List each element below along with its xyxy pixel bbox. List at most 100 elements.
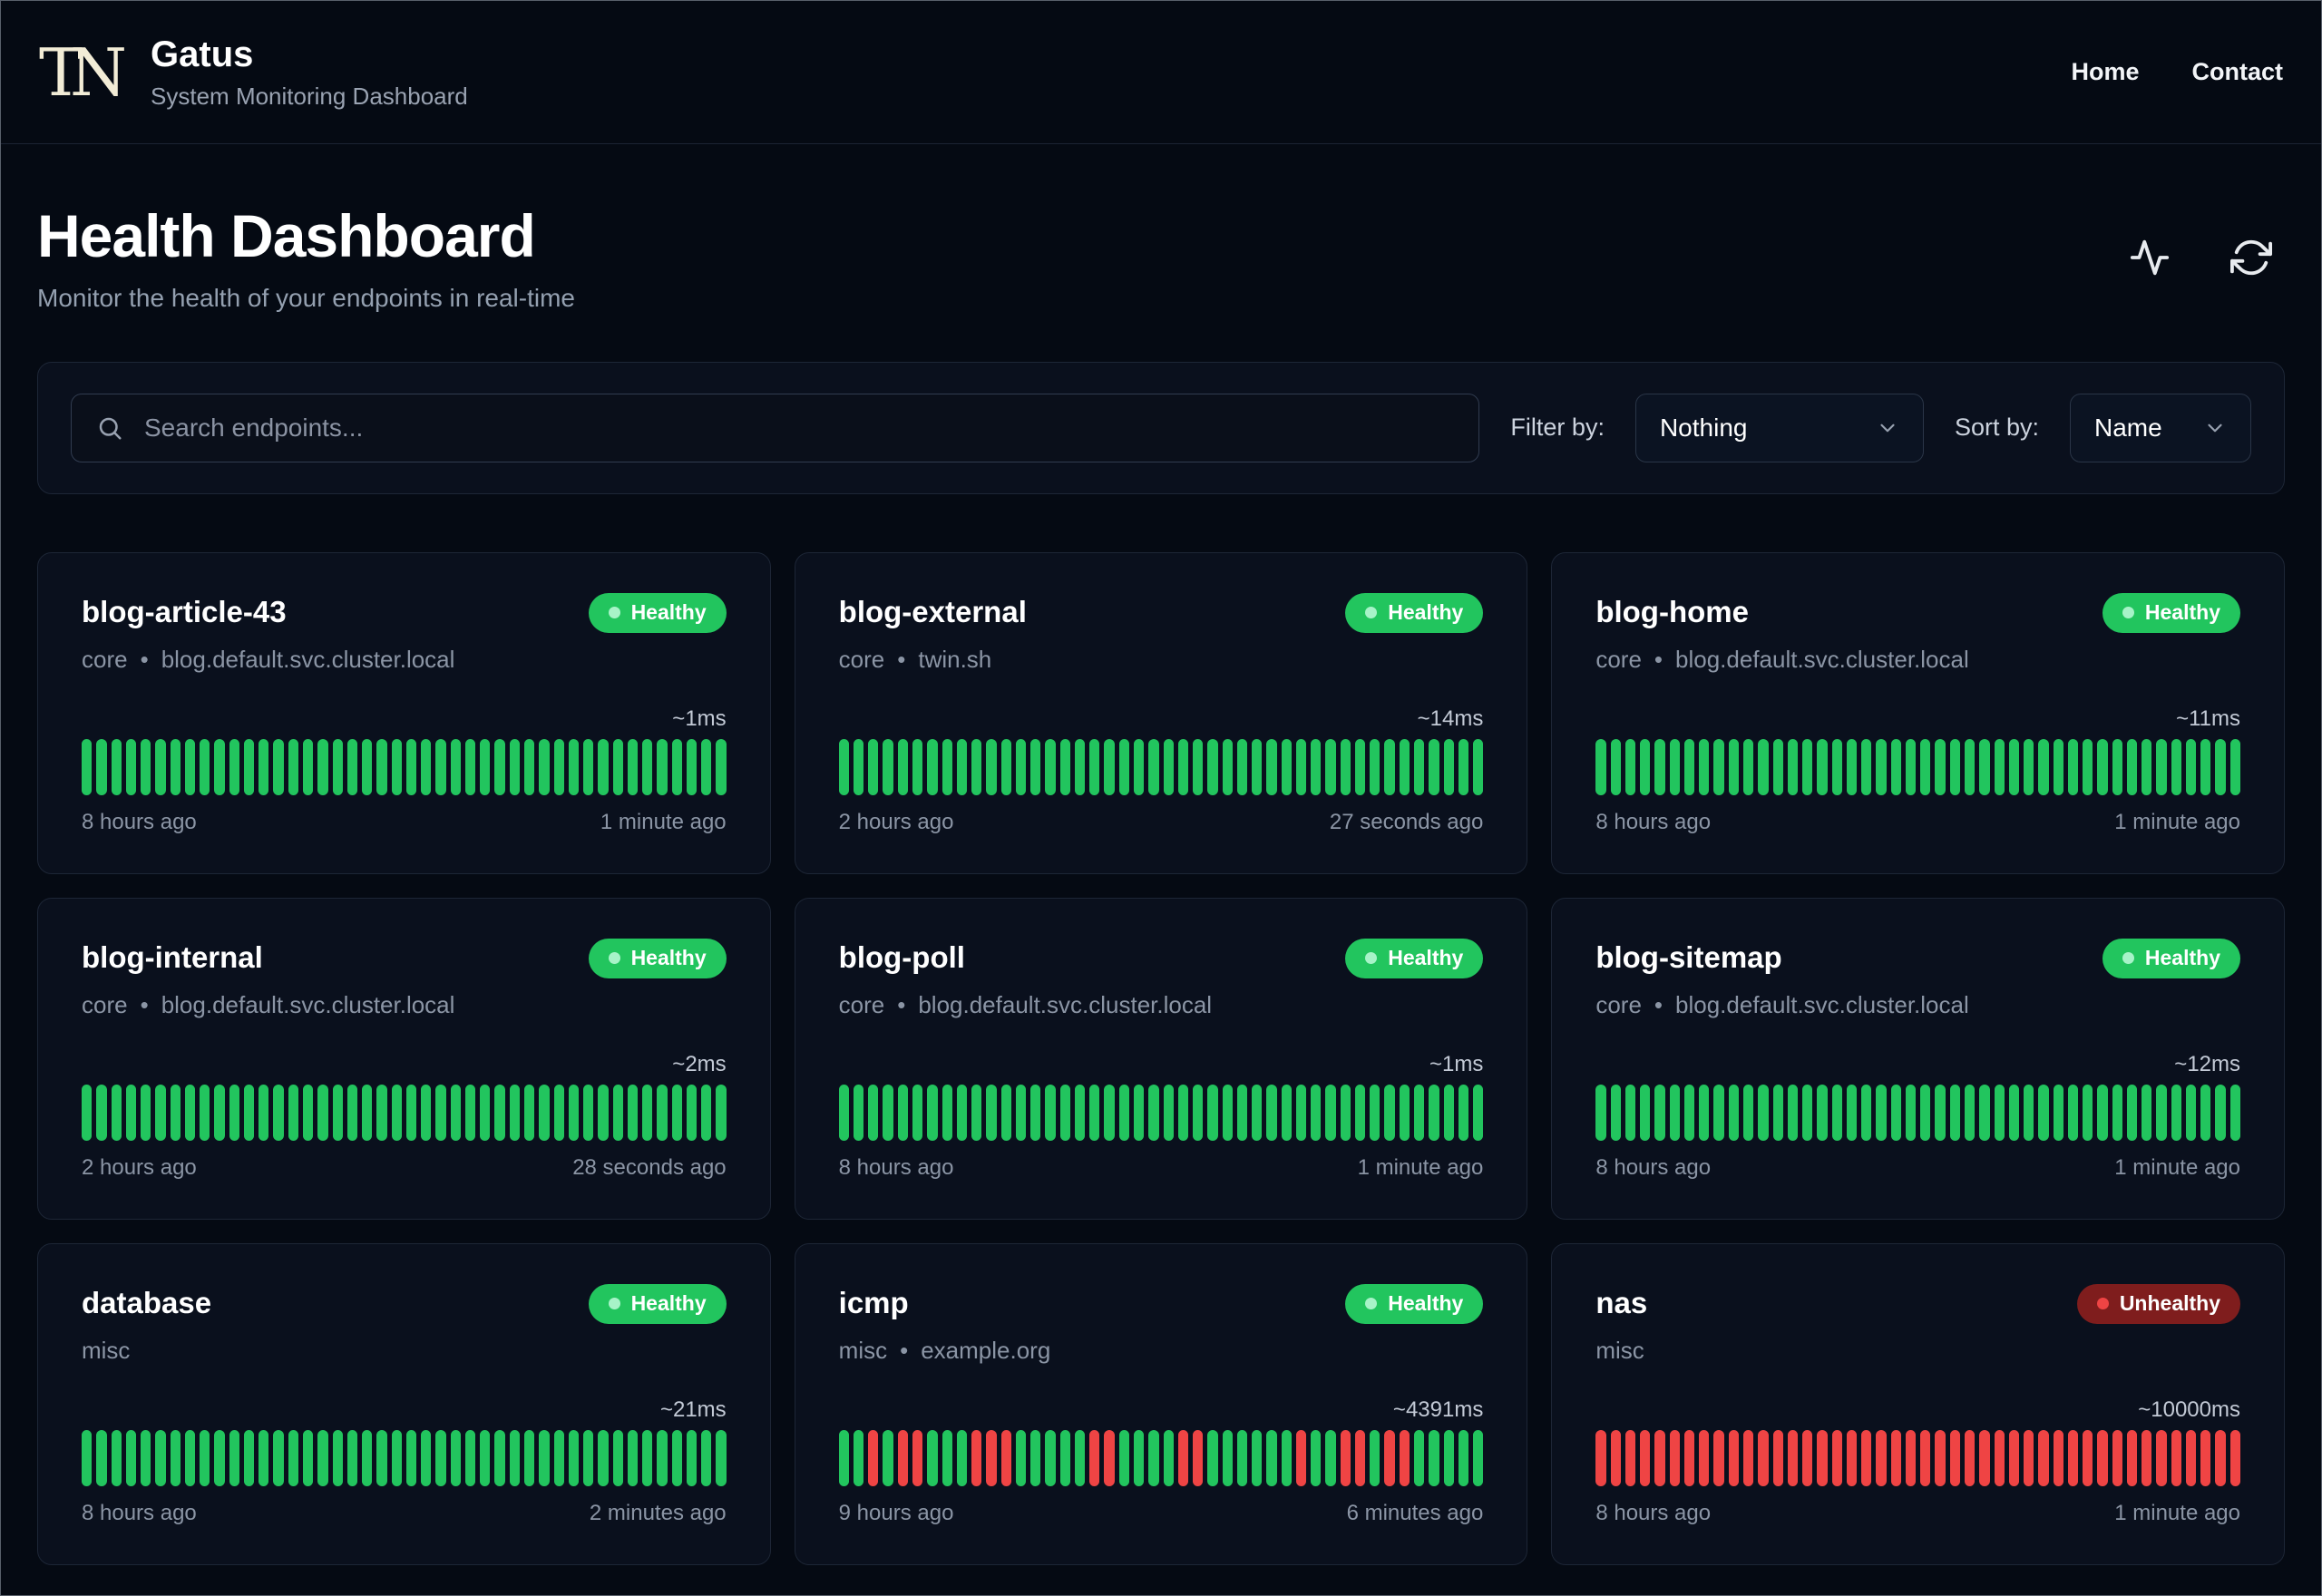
- uptime-bar: [1831, 738, 1842, 795]
- uptime-bar: [184, 1084, 196, 1141]
- uptime-bar: [1640, 1429, 1651, 1486]
- endpoint-card[interactable]: blog-external Healthy core • twin.sh ~14…: [794, 551, 1528, 874]
- sort-select[interactable]: Name: [2070, 393, 2251, 462]
- endpoint-name: icmp: [838, 1285, 909, 1319]
- uptime-bar: [1994, 1429, 2005, 1486]
- endpoint-name: blog-poll: [838, 939, 965, 974]
- sort-select-value: Name: [2094, 413, 2162, 442]
- card-head: blog-poll Healthy: [838, 938, 1484, 978]
- endpoint-card[interactable]: database Healthy misc ~21ms 8 hours ago …: [37, 1242, 771, 1565]
- search-input[interactable]: [71, 393, 1480, 462]
- activity-icon[interactable]: [2129, 237, 2171, 278]
- uptime-bar: [170, 738, 180, 795]
- filter-select[interactable]: Nothing: [1634, 393, 1924, 462]
- uptime-bar: [1610, 1084, 1621, 1141]
- uptime-bar: [1354, 1429, 1366, 1486]
- uptime-bar: [1683, 738, 1695, 795]
- uptime-bar: [2126, 1429, 2138, 1486]
- toolbar: Filter by: Nothing Sort by: Name: [37, 361, 2285, 494]
- uptime-bar: [927, 1084, 938, 1141]
- uptime-bar: [1817, 1429, 1828, 1486]
- status-dot-icon: [2122, 952, 2134, 965]
- uptime-bar: [480, 1084, 491, 1141]
- page-title: Health Dashboard: [37, 202, 536, 269]
- uptime-bar: [2083, 1429, 2093, 1486]
- endpoint-card[interactable]: blog-home Healthy core • blog.default.sv…: [1551, 551, 2285, 874]
- uptime-bar: [1861, 1429, 1872, 1486]
- endpoint-card[interactable]: blog-internal Healthy core • blog.defaul…: [37, 897, 771, 1220]
- endpoint-card[interactable]: nas Unhealthy misc ~10000ms 8 hours ago …: [1551, 1242, 2285, 1565]
- uptime-bars: [1595, 1429, 2241, 1486]
- endpoint-card[interactable]: blog-article-43 Healthy core • blog.defa…: [37, 551, 771, 874]
- uptime-bar: [1354, 1084, 1366, 1141]
- status-badge: Healthy: [588, 592, 727, 633]
- uptime-bar: [2067, 1429, 2079, 1486]
- uptime-bar: [2008, 1084, 2020, 1141]
- uptime-bar: [2229, 738, 2241, 795]
- uptime-bar: [1133, 1084, 1145, 1141]
- uptime-bar: [1699, 1429, 1710, 1486]
- uptime-bar: [346, 1429, 358, 1486]
- uptime-bar: [1699, 738, 1710, 795]
- uptime-bar: [1429, 738, 1439, 795]
- uptime-bar: [883, 1084, 893, 1141]
- uptime-bar: [1045, 738, 1056, 795]
- uptime-bar: [1935, 738, 1946, 795]
- uptime-bar: [1595, 1429, 1606, 1486]
- uptime-bar: [2171, 1084, 2181, 1141]
- endpoint-card[interactable]: blog-sitemap Healthy core • blog.default…: [1551, 897, 2285, 1220]
- uptime-bar: [82, 1429, 93, 1486]
- uptime-bar: [288, 1429, 298, 1486]
- gatus-logo-icon: TN: [39, 34, 127, 111]
- status-label: Healthy: [1388, 600, 1464, 625]
- uptime-bar: [2185, 738, 2197, 795]
- uptime-bar: [1089, 1084, 1100, 1141]
- uptime-bar: [1148, 738, 1159, 795]
- uptime-bar: [583, 1084, 594, 1141]
- nav-link-contact[interactable]: Contact: [2192, 58, 2284, 86]
- uptime-bar: [568, 1084, 580, 1141]
- endpoint-card[interactable]: icmp Healthy misc • example.org ~4391ms …: [794, 1242, 1528, 1565]
- uptime-bar: [671, 738, 682, 795]
- status-dot-icon: [1365, 607, 1378, 619]
- search-wrap: [71, 393, 1480, 462]
- meta-separator: •: [900, 1336, 909, 1364]
- card-head: nas Unhealthy: [1595, 1283, 2240, 1324]
- uptime-bars: [1595, 1084, 2241, 1141]
- uptime-bar: [2097, 1084, 2108, 1141]
- brand[interactable]: TN Gatus System Monitoring Dashboard: [39, 34, 468, 111]
- uptime-bar: [259, 1084, 269, 1141]
- uptime-bar: [1266, 738, 1277, 795]
- uptime-bar: [971, 738, 982, 795]
- uptime-bar: [1458, 1084, 1469, 1141]
- uptime-bar: [1207, 1084, 1218, 1141]
- uptime-bar: [1949, 738, 1960, 795]
- newest-time: 6 minutes ago: [1346, 1500, 1484, 1525]
- uptime-bar: [2053, 1429, 2063, 1486]
- uptime-bar: [1399, 738, 1410, 795]
- endpoint-card[interactable]: blog-poll Healthy core • blog.default.sv…: [794, 897, 1528, 1220]
- refresh-icon[interactable]: [2230, 237, 2272, 278]
- uptime-bar: [1384, 1429, 1395, 1486]
- uptime-bar: [155, 738, 166, 795]
- uptime-bar: [1370, 738, 1381, 795]
- uptime-bar: [568, 738, 580, 795]
- app-subtitle: System Monitoring Dashboard: [151, 82, 468, 110]
- uptime-bar: [1994, 1084, 2005, 1141]
- uptime-bar: [1207, 738, 1218, 795]
- uptime-bar: [332, 738, 343, 795]
- uptime-bar: [671, 1084, 682, 1141]
- uptime-bar: [1624, 738, 1636, 795]
- nav-link-home[interactable]: Home: [2071, 58, 2139, 86]
- endpoint-meta: core • blog.default.svc.cluster.local: [82, 646, 727, 674]
- uptime-bar: [2142, 1429, 2152, 1486]
- uptime-bar: [1890, 1084, 1901, 1141]
- uptime-bar: [1979, 1429, 1990, 1486]
- meta-separator: •: [140, 645, 149, 673]
- uptime-bar: [627, 1429, 639, 1486]
- uptime-bar: [1384, 1084, 1395, 1141]
- uptime-bar: [1787, 1084, 1799, 1141]
- uptime-bar: [1920, 1429, 1931, 1486]
- uptime-bar: [450, 1084, 461, 1141]
- uptime-bar: [1817, 1084, 1828, 1141]
